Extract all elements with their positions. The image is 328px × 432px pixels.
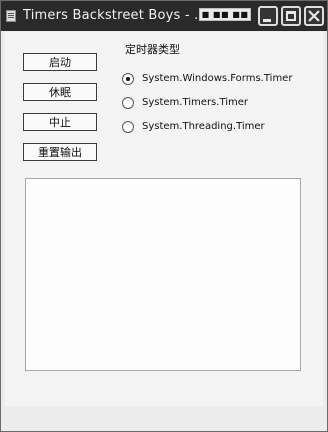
window-bottom-padding (1, 406, 327, 431)
ime-indicator[interactable]: ■ ■■ ■■ (199, 8, 251, 21)
radio-label: System.Windows.Forms.Timer (142, 73, 293, 84)
timer-type-label: 定时器类型 (125, 43, 180, 56)
start-button[interactable]: 启动 (23, 53, 97, 71)
radio-button-icon[interactable] (122, 121, 134, 133)
radio-button-icon[interactable] (122, 97, 134, 109)
title-bar[interactable]: Timers Backstreet Boys - ... ■ ■■ ■■ (1, 1, 327, 31)
output-textarea[interactable] (25, 178, 301, 371)
reset-output-button[interactable]: 重置输出 (23, 143, 97, 161)
minimize-button[interactable] (258, 6, 278, 26)
close-icon (308, 10, 320, 22)
sleep-button[interactable]: 休眠 (23, 83, 97, 101)
app-window: Timers Backstreet Boys - ... ■ ■■ ■■ 启动 … (0, 0, 328, 432)
window-app-icon[interactable] (6, 10, 16, 22)
radio-label: System.Timers.Timer (142, 97, 249, 108)
stop-button[interactable]: 中止 (23, 113, 97, 131)
window-title: Timers Backstreet Boys - ... (23, 8, 208, 23)
maximize-button[interactable] (281, 6, 301, 26)
close-button[interactable] (304, 6, 324, 26)
radio-button-icon[interactable] (122, 73, 134, 85)
radio-label: System.Threading.Timer (142, 121, 265, 132)
